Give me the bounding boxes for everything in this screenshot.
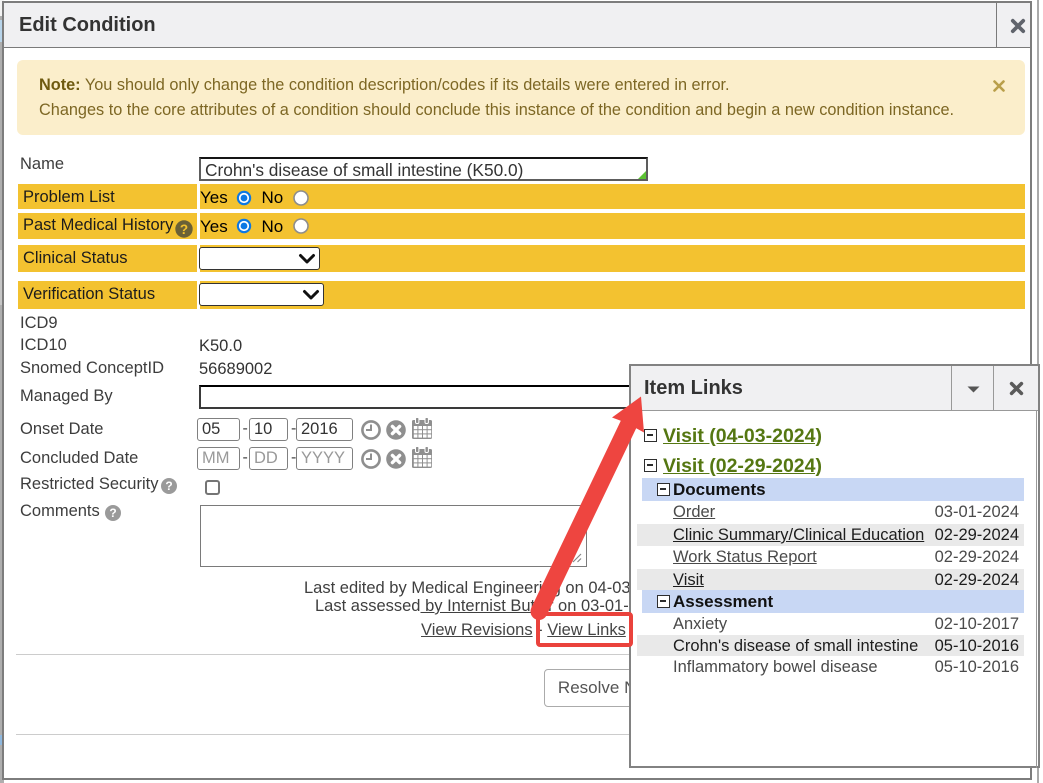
svg-text:?: ? [165,479,172,493]
svg-text:?: ? [180,221,188,236]
svg-text:?: ? [109,506,116,520]
